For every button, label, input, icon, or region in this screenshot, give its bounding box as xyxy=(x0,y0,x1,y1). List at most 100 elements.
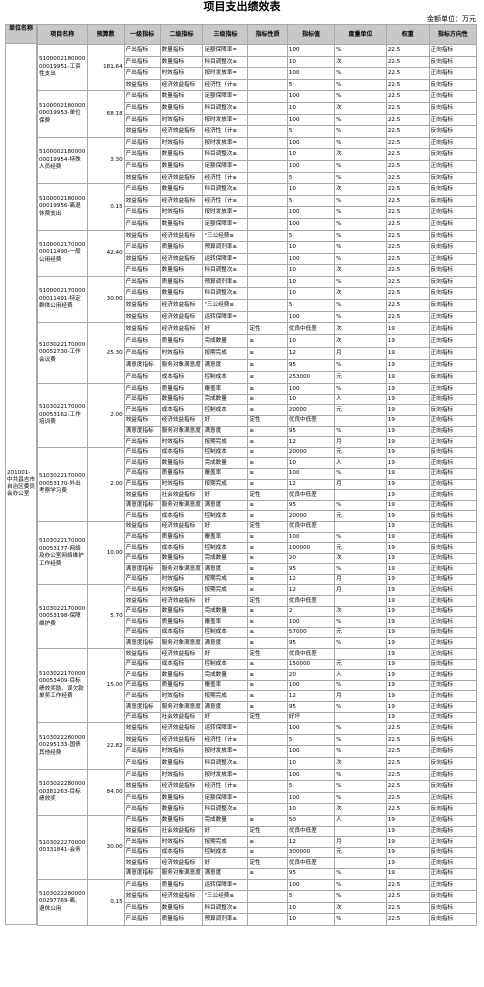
nature-cell: ≤ xyxy=(247,573,288,586)
weight-cell: 19 xyxy=(385,552,430,565)
unit-cell: 元 xyxy=(334,510,387,522)
project-name-cell: 510302217000000053170-外出考察学习费 xyxy=(37,446,88,522)
level2-cell: 数量指标 xyxy=(159,901,204,915)
level2-cell: 经济效益指标 xyxy=(159,414,204,427)
weight-cell: 19 xyxy=(385,358,430,373)
weight-cell: 22.5 xyxy=(385,901,430,915)
unit-cell: % xyxy=(334,136,387,150)
weight-cell: 19 xyxy=(385,637,430,650)
level3-cell: 满意度 xyxy=(202,563,249,575)
direction-cell: 正向指标 xyxy=(428,616,478,628)
value-cell: 150000 xyxy=(286,658,336,671)
level3-cell: 足额保障率= xyxy=(202,791,249,805)
level1-cell: 产出指标 xyxy=(123,756,161,770)
unit-cell: % xyxy=(334,275,387,289)
nature-cell: ≥ xyxy=(247,867,288,880)
nature-cell xyxy=(247,791,288,805)
level1-cell: 产出指标 xyxy=(123,467,161,480)
value-cell: 100 xyxy=(286,217,336,231)
level2-cell: 数量指标 xyxy=(159,55,204,69)
weight-cell: 22.5 xyxy=(385,55,430,69)
header-value: 指标值 xyxy=(286,24,336,45)
direction-cell: 正向指标 xyxy=(428,768,478,782)
level3-cell: 覆盖率 xyxy=(202,383,249,395)
nature-cell xyxy=(247,125,288,138)
value-cell: 20 xyxy=(286,669,336,681)
nature-cell: ≤ xyxy=(247,626,288,639)
direction-cell: 反向指标 xyxy=(428,148,478,161)
direction-cell: 正向指标 xyxy=(428,414,478,427)
level2-cell: 社会效益指标 xyxy=(159,711,204,724)
level2-cell: 成本指标 xyxy=(159,626,204,639)
level3-cell: 按期完成 xyxy=(202,573,249,586)
unit-name-cell: 201001-中共昌吉市自治区委员会办公室 xyxy=(5,44,37,925)
level2-cell: 时效指标 xyxy=(159,136,204,150)
level3-cell: 覆盖率 xyxy=(202,679,249,692)
nature-cell xyxy=(247,878,288,892)
level1-cell: 效益指标 xyxy=(123,310,161,324)
level2-cell: 质量指标 xyxy=(159,616,204,628)
weight-cell: 22.5 xyxy=(385,756,430,770)
nature-cell xyxy=(247,55,288,69)
nature-cell: ≥ xyxy=(247,814,288,827)
level2-cell: 经济效益指标 xyxy=(159,78,204,92)
direction-cell: 正向指标 xyxy=(428,206,478,219)
level2-cell: 成本指标 xyxy=(159,846,204,859)
table-row: 510302217000000053198-保障维护费 5.70 产出指标 时效指标按… xyxy=(37,584,478,650)
level1-cell: 效益指标 xyxy=(123,780,161,793)
level1-cell: 产出指标 xyxy=(123,791,161,805)
nature-cell: ≥ xyxy=(247,552,288,565)
level2-cell: 服务对象满意度 xyxy=(159,499,204,512)
nature-cell: ≤ xyxy=(247,846,288,859)
level1-cell: 产出指标 xyxy=(123,803,161,816)
weight-cell: 22.5 xyxy=(385,299,430,312)
table-row: 510000217000000011491-特定群体公用经费 30.00 产出指标质… xyxy=(37,275,478,324)
unit-cell: % xyxy=(334,780,387,793)
level2-cell: 时效指标 xyxy=(159,584,204,597)
project-name-cell: 510302217000000053409-目标绩效奖励、误欠款单奖工作经费 xyxy=(37,648,88,724)
level3-cell: 经济性（计≤ xyxy=(202,194,249,208)
unit-cell: % xyxy=(334,913,387,926)
level3-cell: 运转保障率= xyxy=(202,722,249,735)
level2-cell: 成本指标 xyxy=(159,510,204,522)
weight-cell: 22.5 xyxy=(385,241,430,254)
level3-cell: 控制成本 xyxy=(202,846,249,859)
level1-cell: 效益指标 xyxy=(123,322,161,336)
level1-cell: 产出指标 xyxy=(123,690,161,702)
value-cell: 优良中低差 xyxy=(286,322,336,336)
weight-cell: 22.5 xyxy=(385,125,430,138)
nature-cell xyxy=(247,229,288,243)
weight-cell: 22.5 xyxy=(385,803,430,816)
level2-cell: 数量指标 xyxy=(159,803,204,816)
value-cell: 10 xyxy=(286,275,336,289)
unit-cell: 人 xyxy=(334,814,387,827)
unit-cell: 元 xyxy=(334,846,387,859)
weight-cell: 22.5 xyxy=(385,148,430,161)
value-cell: 5 xyxy=(286,733,336,747)
level2-cell: 经济效益指标 xyxy=(159,310,204,324)
level3-cell: 经济性（计≤ xyxy=(202,733,249,747)
unit-cell: % xyxy=(334,867,387,880)
nature-cell: 定性 xyxy=(247,648,288,660)
direction-cell: 反向指标 xyxy=(428,780,478,793)
level1-cell: 产出指标 xyxy=(123,478,161,491)
level3-cell: 完成数量 xyxy=(202,605,249,618)
value-cell: 10 xyxy=(286,264,336,277)
value-cell: 20 xyxy=(286,552,336,565)
table-row: 510302217000000052730-工作会议费 25.30 效益指标 经济效益… xyxy=(37,322,478,385)
unit-cell xyxy=(334,711,387,724)
table-row: 510302217000000053409-目标绩效奖励、误欠款单奖工作经费 15… xyxy=(37,648,478,724)
weight-cell: 22.5 xyxy=(385,745,430,758)
level1-cell: 产出指标 xyxy=(123,745,161,758)
weight-cell: 22.5 xyxy=(385,136,430,150)
direction-cell: 正向指标 xyxy=(428,679,478,692)
direction-cell: 正向指标 xyxy=(428,722,478,735)
nature-cell: ≥ xyxy=(247,563,288,575)
value-cell: 12 xyxy=(286,690,336,702)
nature-cell xyxy=(247,78,288,92)
level2-cell: 服务对象满意度 xyxy=(159,358,204,373)
unit-cell: % xyxy=(334,171,387,185)
level3-cell: 预算调剂率≤ xyxy=(202,241,249,254)
level1-cell: 产出指标 xyxy=(123,136,161,150)
direction-cell: 反向指标 xyxy=(428,658,478,671)
